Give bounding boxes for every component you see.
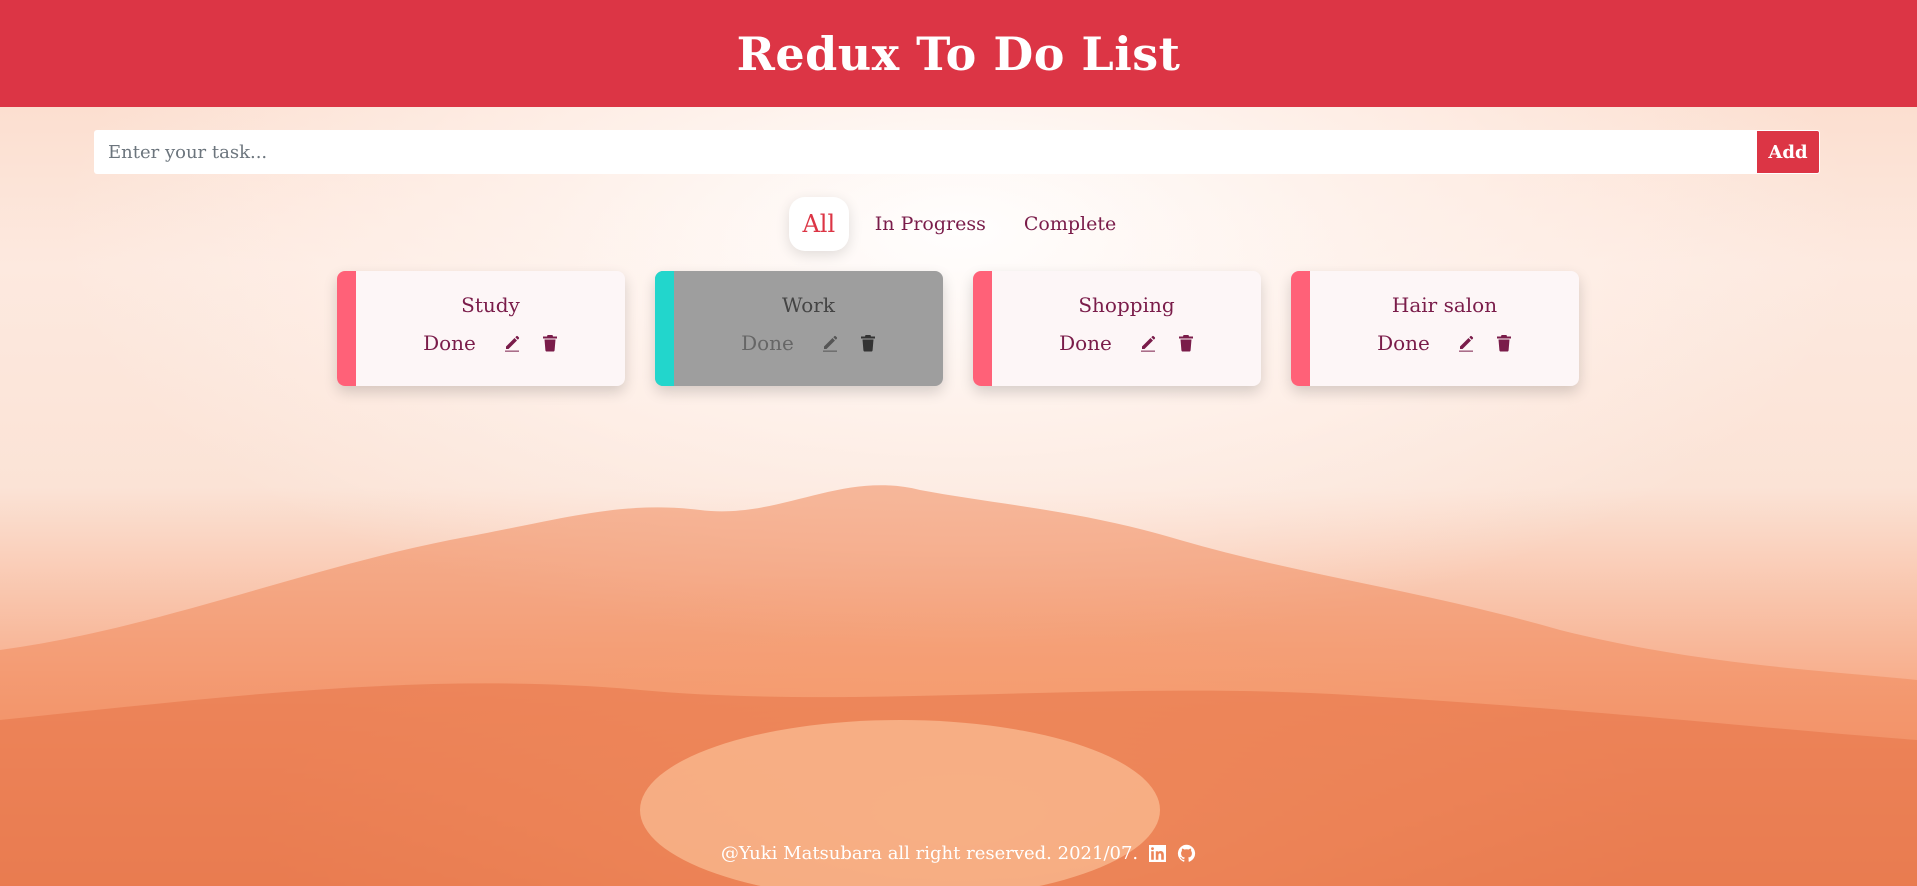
app-header: Redux To Do List: [0, 0, 1917, 107]
task-actions: Done: [674, 331, 943, 355]
page-footer: @Yuki Matsubara all right reserved. 2021…: [0, 843, 1917, 864]
task-title: Study: [461, 293, 520, 317]
trash-icon[interactable]: [1178, 334, 1194, 352]
task-input[interactable]: [94, 130, 1756, 174]
pencil-icon[interactable]: [1140, 334, 1156, 352]
task-form: Add: [94, 130, 1820, 174]
task-actions: Done: [992, 331, 1261, 355]
task-title: Shopping: [1078, 293, 1175, 317]
tab-all[interactable]: All: [788, 197, 849, 251]
pencil-icon[interactable]: [1458, 334, 1474, 352]
copyright-text: @Yuki Matsubara all right reserved. 2021…: [720, 843, 1139, 864]
status-stripe: [655, 271, 674, 386]
github-icon[interactable]: [1177, 844, 1196, 863]
task-title: Hair salon: [1391, 293, 1498, 317]
status-stripe: [973, 271, 992, 386]
task-card: Hair salon Done: [1291, 271, 1579, 386]
status-stripe: [1291, 271, 1310, 386]
task-card: Work Done: [655, 271, 943, 386]
task-card: Shopping Done: [973, 271, 1261, 386]
app-title: Redux To Do List: [736, 26, 1181, 81]
add-button[interactable]: Add: [1756, 130, 1820, 174]
linkedin-icon[interactable]: [1148, 844, 1167, 863]
task-actions: Done: [1310, 331, 1579, 355]
tab-complete[interactable]: Complete: [1012, 197, 1128, 251]
filter-tabs: All In Progress Complete: [0, 197, 1917, 251]
trash-icon[interactable]: [860, 334, 876, 352]
task-actions: Done: [356, 331, 625, 355]
background-mountain: [0, 485, 1917, 886]
done-button[interactable]: Done: [423, 331, 476, 355]
done-button[interactable]: Done: [1377, 331, 1430, 355]
pencil-icon[interactable]: [822, 334, 838, 352]
trash-icon[interactable]: [542, 334, 558, 352]
task-title: Work: [782, 293, 835, 317]
task-card: Study Done: [337, 271, 625, 386]
task-list: Study Done Work Done Shopping Done Hair …: [337, 271, 1579, 386]
status-stripe: [337, 271, 356, 386]
trash-icon[interactable]: [1496, 334, 1512, 352]
pencil-icon[interactable]: [504, 334, 520, 352]
tab-in-progress[interactable]: In Progress: [863, 197, 998, 251]
done-button[interactable]: Done: [1059, 331, 1112, 355]
done-button[interactable]: Done: [741, 331, 794, 355]
